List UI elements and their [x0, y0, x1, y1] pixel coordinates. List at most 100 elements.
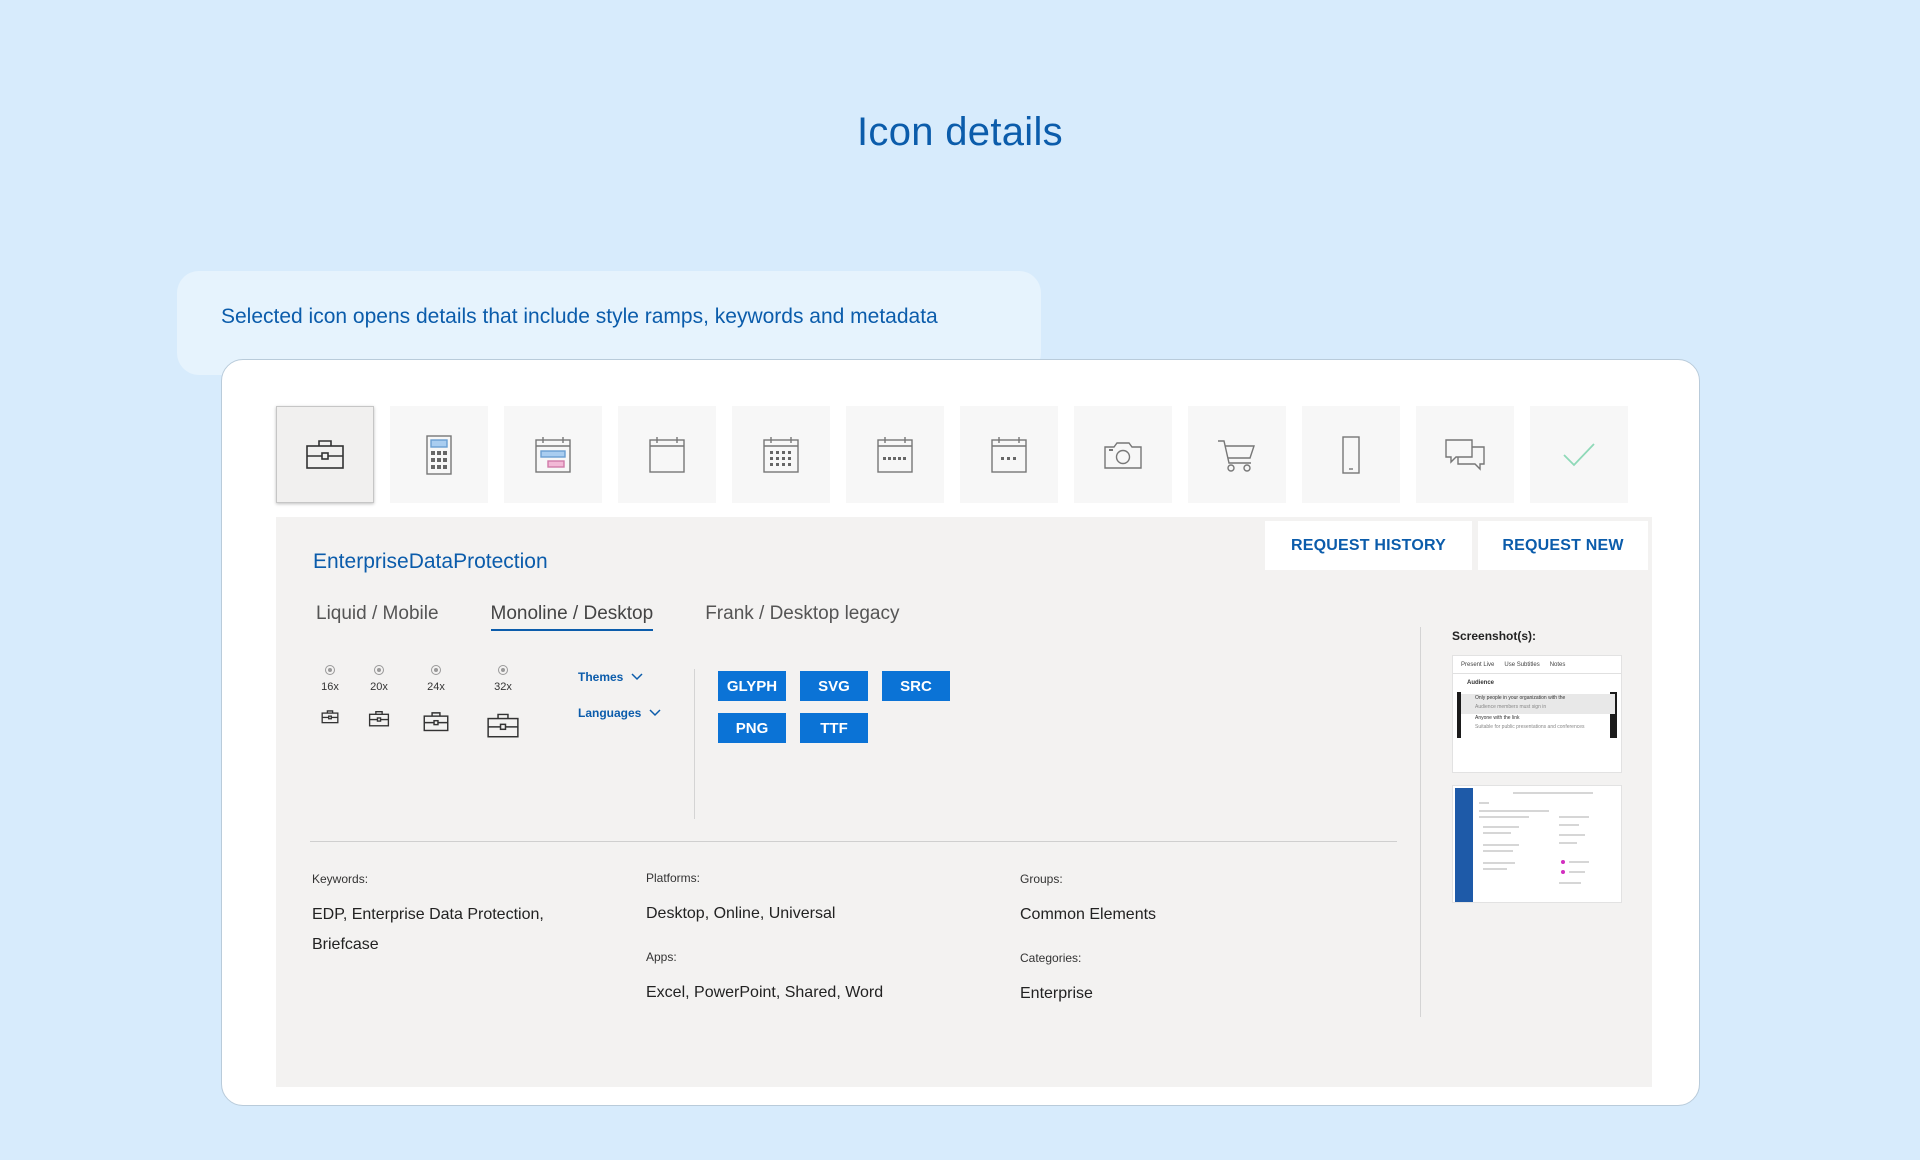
- thumbnail-line: [1483, 868, 1507, 870]
- divider: [310, 841, 1397, 842]
- thumbnail-toolbar-item: Present Live: [1461, 661, 1495, 668]
- icon-details-card: REQUEST HISTORY REQUEST NEW EnterpriseDa…: [221, 359, 1700, 1106]
- thumbnail-line: [1559, 842, 1577, 844]
- checkmark-icon: [1563, 442, 1595, 466]
- format-ttf-button[interactable]: TTF: [800, 713, 868, 743]
- strip-tile-calendar-day[interactable]: [960, 406, 1058, 503]
- platforms-section: Platforms: Desktop, Online, Universal: [646, 871, 946, 929]
- thumbnail-dot: [1561, 860, 1565, 864]
- thumbnail-line: [1483, 844, 1519, 846]
- style-tabs: Liquid / Mobile Monoline / Desktop Frank…: [316, 603, 900, 631]
- chevron-down-icon: [631, 673, 643, 681]
- thumbnail-line: [1479, 816, 1529, 818]
- groups-section: Groups: Common Elements: [1020, 872, 1320, 930]
- screenshot-thumbnail-1[interactable]: Present Live Use Subtitles Notes Audienc…: [1452, 655, 1622, 773]
- keywords-section: Keywords: EDP, Enterprise Data Protectio…: [312, 872, 582, 960]
- strip-tile-phone[interactable]: [1302, 406, 1400, 503]
- strip-tile-chat[interactable]: [1416, 406, 1514, 503]
- themes-label: Themes: [578, 670, 624, 684]
- thumbnail-row-title: Anyone with the link: [1475, 715, 1520, 721]
- download-formats: GLYPH SVG SRC PNG TTF: [718, 671, 950, 743]
- format-src-button[interactable]: SRC: [882, 671, 950, 701]
- format-png-button[interactable]: PNG: [718, 713, 786, 743]
- thumbnail-line: [1483, 826, 1519, 828]
- platforms-label: Platforms:: [646, 871, 701, 885]
- calendar-month-icon: [763, 436, 799, 473]
- request-new-button[interactable]: REQUEST NEW: [1478, 521, 1648, 570]
- calendar-blank-icon: [649, 436, 685, 473]
- filter-dropdowns: Themes Languages: [578, 670, 661, 742]
- screenshot-thumbnail-2[interactable]: [1452, 785, 1622, 903]
- size-label: 32x: [494, 681, 512, 693]
- thumbnail-title: Audience: [1467, 680, 1495, 686]
- thumbnail-toolbar: Present Live Use Subtitles Notes: [1453, 656, 1621, 674]
- thumbnail-sidebar: [1455, 788, 1473, 902]
- thumbnail-line: [1483, 862, 1515, 864]
- size-label: 24x: [427, 681, 445, 693]
- strip-tile-camera[interactable]: [1074, 406, 1172, 503]
- tab-monoline-desktop[interactable]: Monoline / Desktop: [490, 603, 654, 631]
- divider: [694, 669, 695, 819]
- languages-dropdown[interactable]: Languages: [578, 706, 661, 720]
- request-buttons: REQUEST HISTORY REQUEST NEW: [1265, 521, 1648, 570]
- themes-dropdown[interactable]: Themes: [578, 670, 661, 684]
- thumbnail-line: [1483, 850, 1513, 852]
- thumbnail-line: [1559, 834, 1585, 836]
- thumbnail-row-sub: Audience members must sign in: [1475, 704, 1547, 710]
- strip-tile-calendar-blank[interactable]: [618, 406, 716, 503]
- size-radio-16[interactable]: [325, 665, 335, 675]
- thumbnail-row-title: Only people in your organization with th…: [1475, 695, 1566, 701]
- format-svg-button[interactable]: SVG: [800, 671, 868, 701]
- apps-section: Apps: Excel, PowerPoint, Shared, Word: [646, 950, 946, 1008]
- shopping-cart-icon: [1218, 439, 1255, 472]
- mobile-phone-icon: [1342, 435, 1360, 474]
- divider: [1420, 627, 1421, 1017]
- thumbnail-line: [1483, 832, 1511, 834]
- briefcase-icon: [423, 712, 449, 732]
- categories-value: Enterprise: [1020, 985, 1093, 1002]
- keywords-label: Keywords:: [312, 872, 369, 886]
- size-label: 16x: [321, 681, 339, 693]
- strip-tile-checkmark[interactable]: [1530, 406, 1628, 503]
- categories-label: Categories:: [1020, 951, 1082, 965]
- thumbnail-row-sub: Suitable for public presentations and co…: [1475, 724, 1585, 730]
- strip-tile-calculator[interactable]: [390, 406, 488, 503]
- request-history-button[interactable]: REQUEST HISTORY: [1265, 521, 1472, 570]
- thumbnail-dot: [1561, 870, 1565, 874]
- briefcase-icon: [306, 439, 344, 469]
- strip-tile-calendar-colored[interactable]: [504, 406, 602, 503]
- thumbnail-row: Only people in your organization with th…: [1461, 694, 1615, 714]
- calendar-colored-icon: [535, 436, 571, 473]
- groups-label: Groups:: [1020, 872, 1063, 886]
- briefcase-icon: [487, 713, 519, 738]
- thumbnail-line: [1559, 824, 1579, 826]
- strip-tile-calendar-week[interactable]: [846, 406, 944, 503]
- details-panel: REQUEST HISTORY REQUEST NEW EnterpriseDa…: [276, 517, 1652, 1087]
- size-radio-32[interactable]: [498, 665, 508, 675]
- thumbnail-line: [1569, 871, 1585, 873]
- strip-tile-calendar-month[interactable]: [732, 406, 830, 503]
- calculator-icon: [426, 434, 452, 475]
- camera-icon: [1104, 441, 1142, 469]
- thumbnail-line: [1513, 792, 1593, 794]
- format-glyph-button[interactable]: GLYPH: [718, 671, 786, 701]
- size-ramp: 16x 20x 24x 32x: [314, 665, 546, 745]
- keywords-value: EDP, Enterprise Data Protection, Briefca…: [312, 906, 544, 953]
- chevron-down-icon: [649, 709, 661, 717]
- thumbnail-row: Anyone with the link Suitable for public…: [1461, 714, 1615, 734]
- thumbnail-line: [1479, 802, 1489, 804]
- strip-tile-cart[interactable]: [1188, 406, 1286, 503]
- icon-name: EnterpriseDataProtection: [313, 550, 548, 573]
- thumbnail-toolbar-item: Notes: [1549, 661, 1566, 668]
- tab-liquid-mobile[interactable]: Liquid / Mobile: [316, 603, 439, 631]
- groups-value: Common Elements: [1020, 906, 1157, 923]
- tab-frank-desktop-legacy[interactable]: Frank / Desktop legacy: [705, 603, 899, 631]
- size-radio-20[interactable]: [374, 665, 384, 675]
- page-title: Icon details: [857, 110, 1063, 154]
- calendar-day-icon: [991, 436, 1027, 473]
- screenshots-label: Screenshot(s):: [1452, 629, 1537, 643]
- strip-tile-briefcase[interactable]: [276, 406, 374, 503]
- thumbnail-line: [1559, 882, 1581, 884]
- size-radio-24[interactable]: [431, 665, 441, 675]
- icon-strip: [276, 406, 1628, 503]
